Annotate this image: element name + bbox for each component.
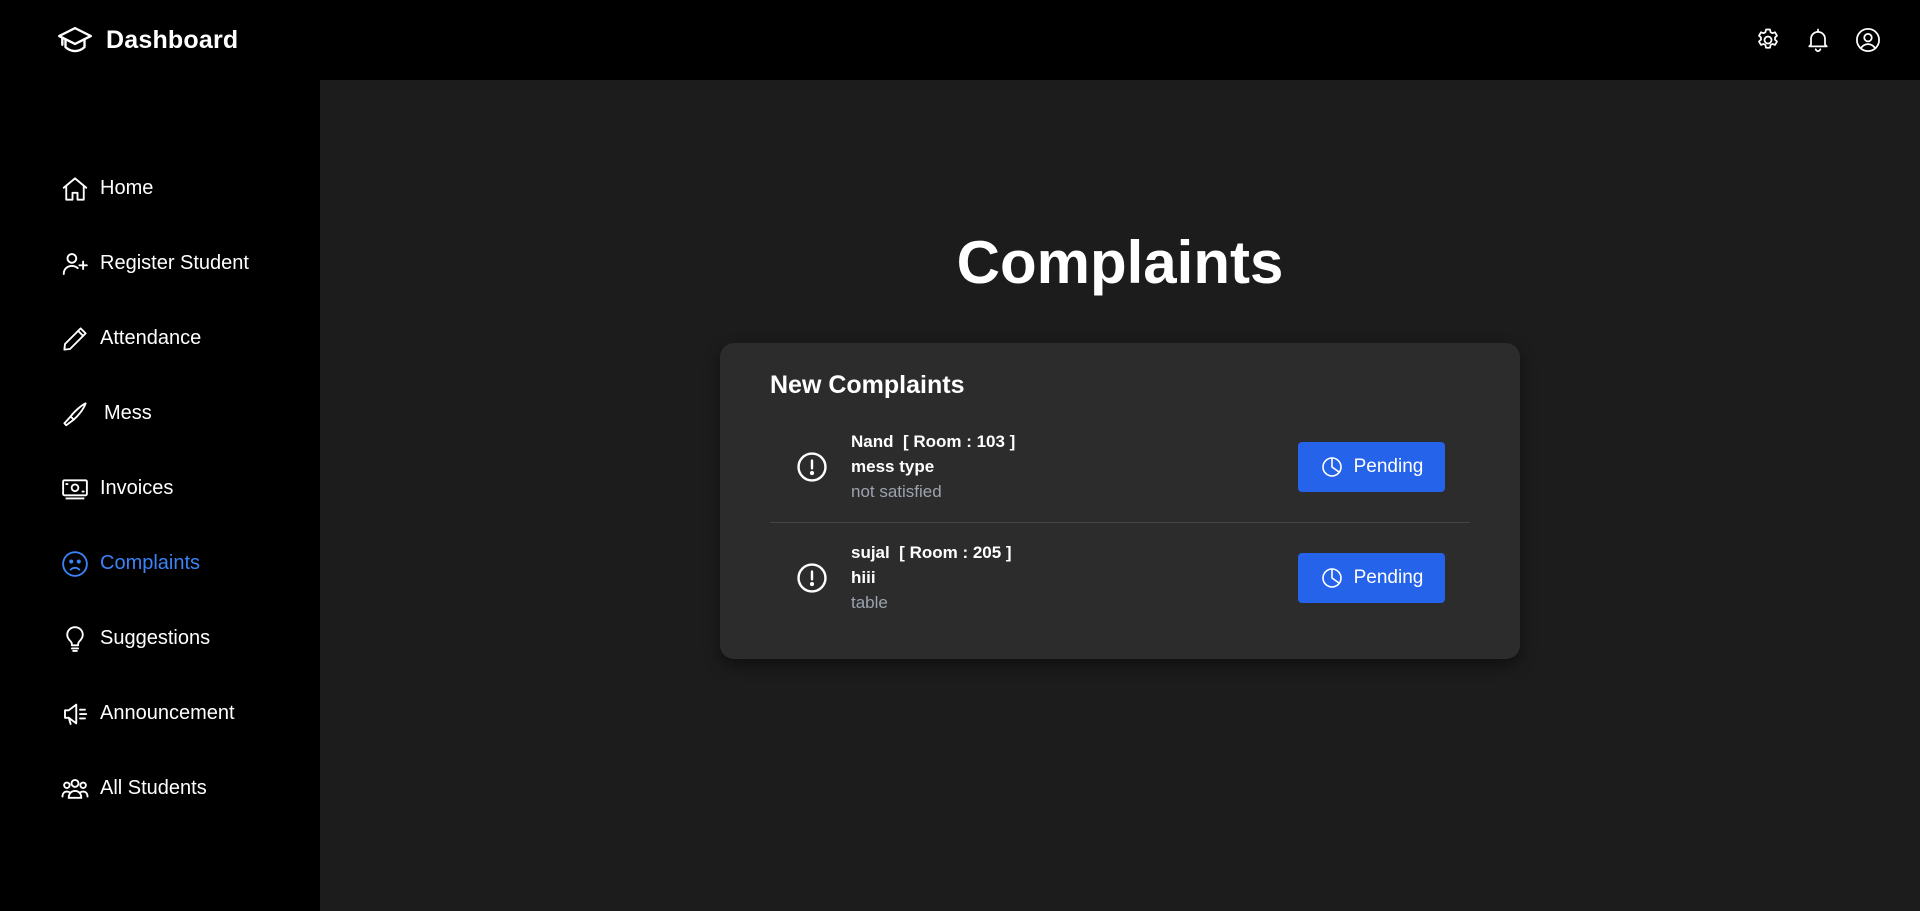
sidebar-item-label: Attendance xyxy=(100,327,202,349)
profile-button[interactable] xyxy=(1854,26,1882,54)
banknote-icon xyxy=(62,478,88,499)
bell-icon xyxy=(1808,28,1828,52)
sidebar-item-invoices[interactable]: Invoices xyxy=(0,451,320,526)
page-title: Complaints xyxy=(956,229,1284,296)
home-icon xyxy=(62,176,88,201)
sidebar-item-complaints[interactable]: Complaints xyxy=(0,526,320,601)
complaint-student: sujal [ Room : 205 ] xyxy=(851,542,1012,562)
pending-button-label: Pending xyxy=(1353,456,1424,477)
alert-circle-icon xyxy=(797,452,827,482)
notifications-button[interactable] xyxy=(1804,26,1832,54)
knife-icon xyxy=(63,401,87,426)
sidebar-item-label: Register Student xyxy=(100,252,249,274)
sidebar-item-attendance[interactable]: Attendance xyxy=(0,301,320,376)
sidebar-item-label: Mess xyxy=(104,402,152,424)
users-icon xyxy=(61,778,89,799)
sidebar-item-label: Invoices xyxy=(100,477,174,499)
settings-button[interactable] xyxy=(1754,26,1782,54)
frown-face-icon xyxy=(62,550,88,577)
megaphone-icon xyxy=(64,703,88,725)
graduation-cap-icon xyxy=(57,26,93,53)
user-plus-icon xyxy=(62,252,88,275)
top-icons xyxy=(1732,26,1882,54)
lightbulb-icon xyxy=(66,625,84,652)
complaints-card: New Complaints Nand [ Room : 103 ] mess … xyxy=(720,343,1520,659)
brand[interactable]: Dashboard xyxy=(56,21,238,59)
complaint-student: Nand [ Room : 103 ] xyxy=(851,432,1016,451)
gear-icon xyxy=(1758,28,1778,49)
sidebar-item-label: Complaints xyxy=(100,552,201,574)
sidebar-item-announcement[interactable]: Announcement xyxy=(0,676,320,751)
sidebar-item-label: Suggestions xyxy=(100,627,211,649)
sidebar-item-label: Announcement xyxy=(100,702,235,724)
complaint-item: sujal [ Room : 205 ] hiii table Pending xyxy=(770,522,1470,632)
sidebar-item-label: All Students xyxy=(100,777,207,799)
alert-circle-icon xyxy=(797,562,827,593)
sidebar-item-mess[interactable]: Mess xyxy=(0,376,320,451)
sidebar: Home Register Student Attendance Mess In… xyxy=(0,80,320,911)
pending-button[interactable]: Pending xyxy=(1298,442,1445,492)
complaint-description: table xyxy=(851,592,888,612)
pending-button[interactable]: Pending xyxy=(1298,552,1445,603)
pie-chart-icon xyxy=(1321,457,1342,477)
user-circle-icon xyxy=(1856,28,1880,52)
brand-title: Dashboard xyxy=(106,25,239,54)
complaint-item: Nand [ Room : 103 ] mess type not satisf… xyxy=(770,412,1470,522)
top-bar: Dashboard xyxy=(0,0,1920,80)
pie-chart-icon xyxy=(1321,567,1342,588)
sidebar-item-suggestions[interactable]: Suggestions xyxy=(0,601,320,676)
sidebar-item-home[interactable]: Home xyxy=(0,151,320,226)
main-content: Complaints New Complaints Nand [ Room : … xyxy=(320,80,1920,911)
sidebar-item-label: Home xyxy=(100,177,154,199)
sidebar-item-register-student[interactable]: Register Student xyxy=(0,226,320,301)
sidebar-nav: Home Register Student Attendance Mess In… xyxy=(0,80,320,826)
card-title: New Complaints xyxy=(770,371,965,399)
pending-button-label: Pending xyxy=(1353,566,1424,588)
complaint-type: mess type xyxy=(851,457,935,476)
complaint-type: hiii xyxy=(851,567,876,587)
complaint-description: not satisfied xyxy=(851,482,942,501)
pencil-icon xyxy=(63,326,87,351)
sidebar-item-all-students[interactable]: All Students xyxy=(0,751,320,826)
